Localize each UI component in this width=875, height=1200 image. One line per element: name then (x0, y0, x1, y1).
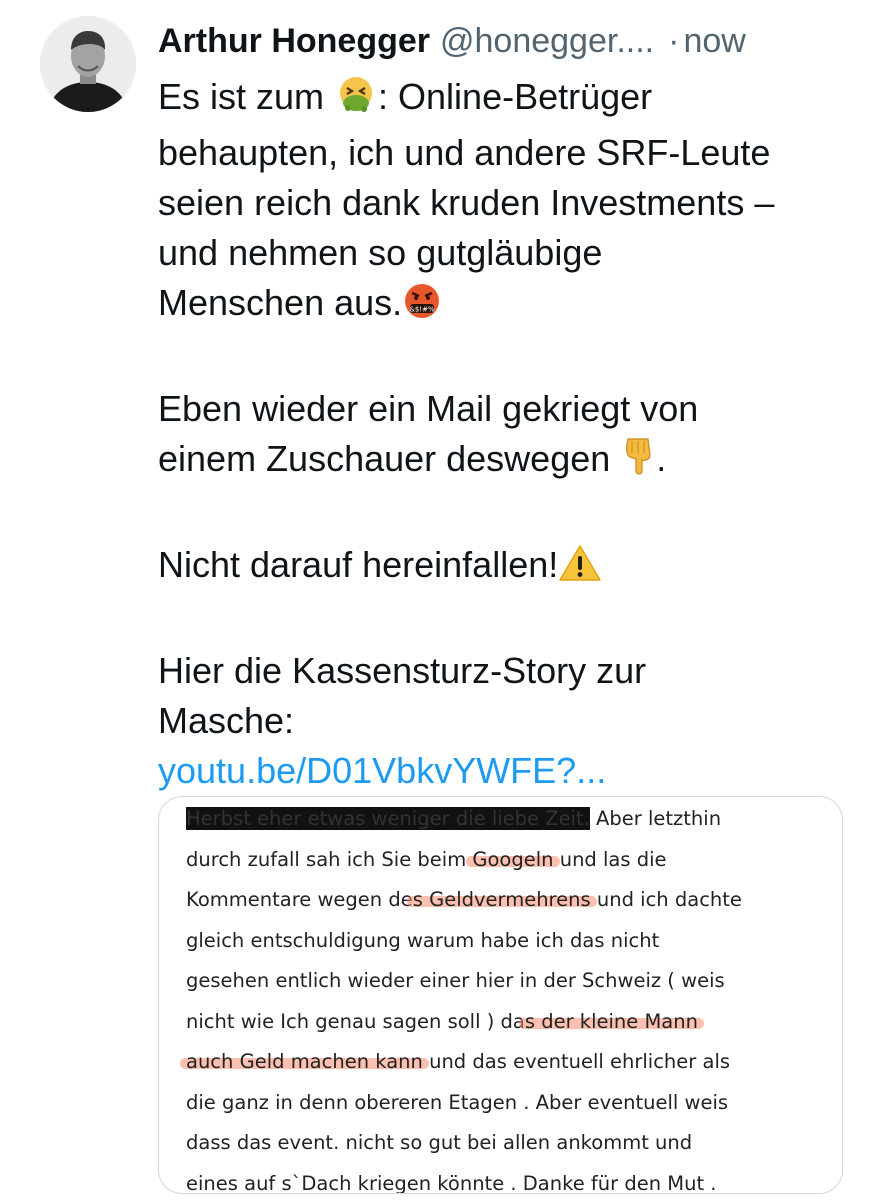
highlighted-text: Googeln (472, 847, 554, 871)
tweet-text-segment: Nicht darauf hereinfallen! (158, 544, 559, 585)
email-text-segment: nicht wie Ich genau sagen soll ) da (186, 1009, 525, 1033)
email-text-segment: und ich dachte (590, 888, 742, 911)
email-text-segment: Aber letzthin (589, 807, 722, 830)
warning-emoji-icon (558, 543, 602, 596)
tweet-text-segment: : Online-Betrüger (378, 76, 653, 117)
tweet-timestamp[interactable]: now (683, 18, 745, 64)
email-text-segment: und das eventuell ehrlicher als (422, 1050, 731, 1073)
author-handle[interactable]: @honegger.... (440, 18, 654, 64)
tweet-line: und nehmen so gutgläubige (158, 232, 603, 273)
email-line: nicht wie Ich genau sagen soll ) das der… (186, 1002, 836, 1043)
tweet-line: Es ist zum : Online-Betrüger (158, 72, 858, 128)
tweet-line: Hier die Kassensturz-Story zur (158, 650, 647, 691)
author-name[interactable]: Arthur Honegger (158, 18, 430, 64)
tweet-line: youtu.be/D01VbkvYWFE?... (158, 746, 858, 796)
highlighted-text: auch Geld machen kann (186, 1050, 423, 1073)
highlighted-text: s der kleine Mann (524, 1009, 698, 1033)
backhand-pointing-down-emoji-icon (620, 435, 656, 490)
email-text-segment: Kommentare wegen de (186, 888, 413, 911)
email-screenshot-text: Herbst eher etwas weniger die liebe Zeit… (186, 799, 836, 1194)
tweet-line: Eben wieder ein Mail gekriegt von (158, 388, 699, 429)
email-line: gesehen entlich wieder einer hier in der… (186, 969, 725, 992)
email-line: gleich entschuldigung warum habe ich das… (186, 928, 660, 952)
tweet-header: Arthur Honegger @honegger.... · now (158, 18, 845, 64)
youtube-link[interactable]: youtu.be/D01VbkvYWFE?... (158, 750, 606, 791)
tweet-text-segment: . (656, 438, 667, 479)
tweet-text-segment: Es ist zum (158, 76, 335, 117)
tweet-image-attachment[interactable]: Herbst eher etwas weniger die liebe Zeit… (158, 796, 843, 1194)
email-line: Herbst eher etwas weniger die liebe Zeit… (186, 799, 836, 840)
header-separator: · (668, 22, 680, 60)
email-line: die ganz in denn obereren Etagen . Aber … (186, 1090, 729, 1114)
svg-text:&$!#%: &$!#% (410, 306, 436, 314)
author-avatar[interactable] (40, 16, 136, 112)
email-text-segment: und las die (553, 847, 667, 871)
tweet-line: seien reich dank kruden Investments – (158, 182, 775, 223)
tweet-text-segment: Menschen aus. (158, 282, 403, 323)
tweet-line: einem Zuschauer deswegen . (158, 434, 858, 490)
email-line: eines auf s`Dach kriegen könnte . Danke … (186, 1171, 717, 1194)
redacted-text: Herbst eher etwas weniger die liebe Zeit… (186, 807, 590, 830)
tweet-line: Masche: (158, 700, 295, 741)
avatar-portrait-icon (40, 16, 136, 112)
email-line: Kommentare wegen des Geldvermehrens und … (186, 880, 836, 921)
cursing-face-emoji-icon: &$!#% (402, 281, 442, 334)
tweet-text-segment: einem Zuschauer deswegen (158, 438, 621, 479)
vomiting-face-emoji-icon (334, 75, 378, 128)
highlighted-text: s Geldvermehrens (412, 888, 591, 911)
tweet-line: behaupten, ich und andere SRF-Leute (158, 132, 771, 173)
email-text-segment: durch zufall sah ich Sie beim (186, 847, 473, 871)
tweet-text: Es ist zum : Online-Betrüger behaupten, … (158, 72, 858, 796)
email-line: dass das event. nicht so gut bei allen a… (186, 1131, 693, 1154)
tweet-line: Nicht darauf hereinfallen! (158, 540, 858, 596)
email-line: auch Geld machen kann und das eventuell … (186, 1042, 836, 1083)
tweet-line: Menschen aus. &$!#% (158, 278, 858, 334)
email-line: durch zufall sah ich Sie beim Googeln un… (186, 840, 836, 881)
